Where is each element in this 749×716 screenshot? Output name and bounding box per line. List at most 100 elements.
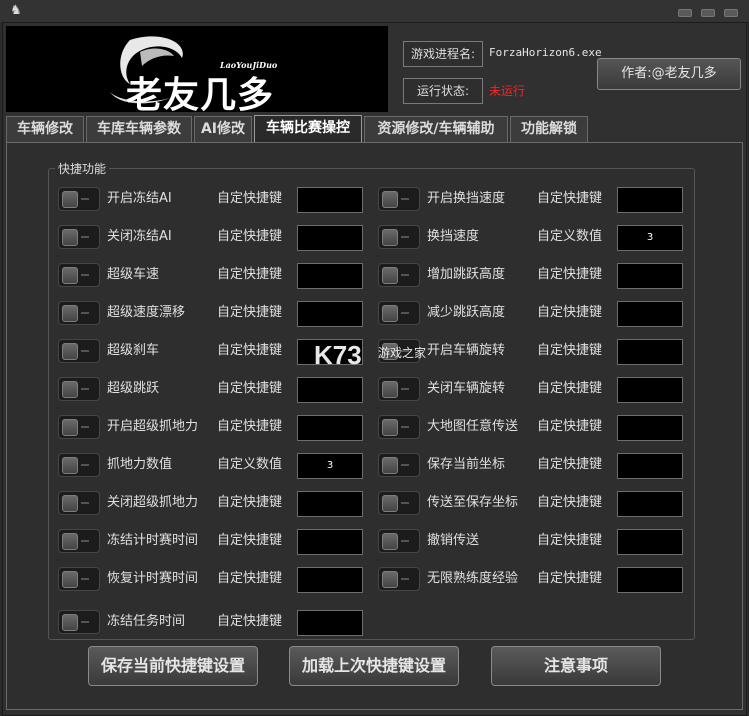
hotkey-input[interactable]: [617, 415, 683, 441]
toggle-track-mark: [81, 350, 89, 352]
feature-label: 关闭车辆旋转: [427, 381, 506, 396]
save-hotkeys-button[interactable]: 保存当前快捷键设置: [88, 646, 258, 686]
hotkey-input[interactable]: [297, 491, 363, 517]
tab-vehicle-modify[interactable]: 车辆修改: [6, 116, 84, 142]
toggle-switch[interactable]: [378, 301, 420, 325]
hotkey-input[interactable]: [617, 377, 683, 403]
toggle-track-mark: [401, 502, 409, 504]
hotkey-label: 自定快捷键: [217, 229, 283, 244]
close-button[interactable]: [724, 9, 738, 17]
toggle-switch[interactable]: [58, 187, 100, 211]
feature-label: 减少跳跃高度: [427, 305, 506, 320]
hotkey-input[interactable]: 3: [297, 453, 363, 479]
toggle-knob: [62, 457, 78, 474]
maximize-button[interactable]: [701, 9, 715, 17]
hotkey-input[interactable]: [617, 339, 683, 365]
tab-race-control[interactable]: 车辆比赛操控: [254, 115, 362, 143]
toggle-switch[interactable]: [58, 415, 100, 439]
hotkey-input[interactable]: [617, 187, 683, 213]
hotkey-input[interactable]: [617, 529, 683, 555]
toggle-switch[interactable]: [58, 301, 100, 325]
toggle-switch[interactable]: [58, 610, 100, 634]
toggle-switch[interactable]: [58, 529, 100, 553]
toggle-knob: [382, 457, 398, 474]
toggle-knob: [62, 614, 78, 631]
hotkey-input[interactable]: [297, 567, 363, 593]
hotkey-input[interactable]: [297, 301, 363, 327]
toggle-switch[interactable]: [58, 491, 100, 515]
toggle-switch[interactable]: [378, 491, 420, 515]
feature-label: 关闭超级抓地力: [107, 495, 199, 510]
app-logo-icon: ♞: [10, 3, 22, 18]
feature-label: 抓地力数值: [107, 457, 173, 472]
logo-banner: LaoYouJiDuo 老友几多: [6, 26, 388, 112]
process-name-value: ForzaHorizon6.exe: [489, 46, 602, 59]
hotkey-label: 自定快捷键: [217, 343, 283, 358]
feature-label: 超级速度漂移: [107, 305, 186, 320]
toggle-switch[interactable]: [58, 567, 100, 591]
hotkey-label: 自定快捷键: [537, 381, 603, 396]
hotkey-label: 自定快捷键: [537, 419, 603, 434]
hotkey-input[interactable]: [617, 567, 683, 593]
hotkey-label: 自定快捷键: [217, 305, 283, 320]
hotkey-label: 自定快捷键: [217, 614, 283, 629]
hotkey-label: 自定快捷键: [217, 533, 283, 548]
toggle-knob: [62, 229, 78, 246]
load-hotkeys-button[interactable]: 加载上次快捷键设置: [289, 646, 459, 686]
hotkey-label: 自定快捷键: [537, 305, 603, 320]
hotkey-label: 自定快捷键: [537, 495, 603, 510]
toggle-switch[interactable]: [378, 567, 420, 591]
notes-button[interactable]: 注意事项: [491, 646, 661, 686]
hotkey-input[interactable]: [297, 187, 363, 213]
tab-feature-unlock[interactable]: 功能解锁: [510, 116, 588, 142]
feature-label: 撤销传送: [427, 533, 480, 548]
hotkey-label: 自定义数值: [217, 457, 283, 472]
watermark: K73 游戏之家: [314, 340, 444, 376]
toggle-track-mark: [401, 274, 409, 276]
feature-label: 超级跳跃: [107, 381, 160, 396]
toggle-switch[interactable]: [58, 377, 100, 401]
hotkey-input[interactable]: 3: [617, 225, 683, 251]
hotkey-input[interactable]: [297, 263, 363, 289]
toggle-switch[interactable]: [378, 415, 420, 439]
tab-ai-modify[interactable]: AI修改: [194, 116, 252, 142]
hotkey-input[interactable]: [617, 263, 683, 289]
toggle-switch[interactable]: [378, 225, 420, 249]
toggle-switch[interactable]: [378, 453, 420, 477]
toggle-switch[interactable]: [378, 187, 420, 211]
title-bar: ♞: [0, 0, 749, 22]
toggle-switch[interactable]: [58, 225, 100, 249]
toggle-track-mark: [401, 198, 409, 200]
hotkey-input[interactable]: [617, 491, 683, 517]
toggle-switch[interactable]: [378, 377, 420, 401]
toggle-switch[interactable]: [378, 263, 420, 287]
tab-garage-params[interactable]: 车库车辆参数: [86, 116, 192, 142]
toggle-track-mark: [81, 502, 89, 504]
tab-resource-assist[interactable]: 资源修改/车辆辅助: [364, 116, 508, 142]
hotkey-input[interactable]: [297, 225, 363, 251]
watermark-text: 游戏之家: [378, 346, 427, 360]
hotkey-label: 自定快捷键: [217, 495, 283, 510]
logo: LaoYouJiDuo 老友几多: [90, 32, 290, 112]
hotkey-input[interactable]: [297, 377, 363, 403]
hotkey-input[interactable]: [297, 610, 363, 636]
hotkey-label: 自定快捷键: [537, 343, 603, 358]
toggle-knob: [62, 533, 78, 550]
hotkey-input[interactable]: [297, 415, 363, 441]
toggle-switch[interactable]: [58, 339, 100, 363]
toggle-switch[interactable]: [378, 529, 420, 553]
author-button[interactable]: 作者:@老友几多: [597, 58, 741, 90]
hotkey-input[interactable]: [617, 453, 683, 479]
toggle-switch[interactable]: [58, 453, 100, 477]
toggle-knob: [62, 419, 78, 436]
minimize-button[interactable]: [678, 9, 692, 17]
toggle-switch[interactable]: [58, 263, 100, 287]
feature-label: 开启冻结AI: [107, 191, 172, 206]
toggle-knob: [382, 191, 398, 208]
toggle-track-mark: [401, 236, 409, 238]
hotkey-label: 自定快捷键: [537, 533, 603, 548]
hotkey-input[interactable]: [297, 529, 363, 555]
toggle-knob: [62, 343, 78, 360]
hotkey-label: 自定快捷键: [217, 419, 283, 434]
hotkey-input[interactable]: [617, 301, 683, 327]
